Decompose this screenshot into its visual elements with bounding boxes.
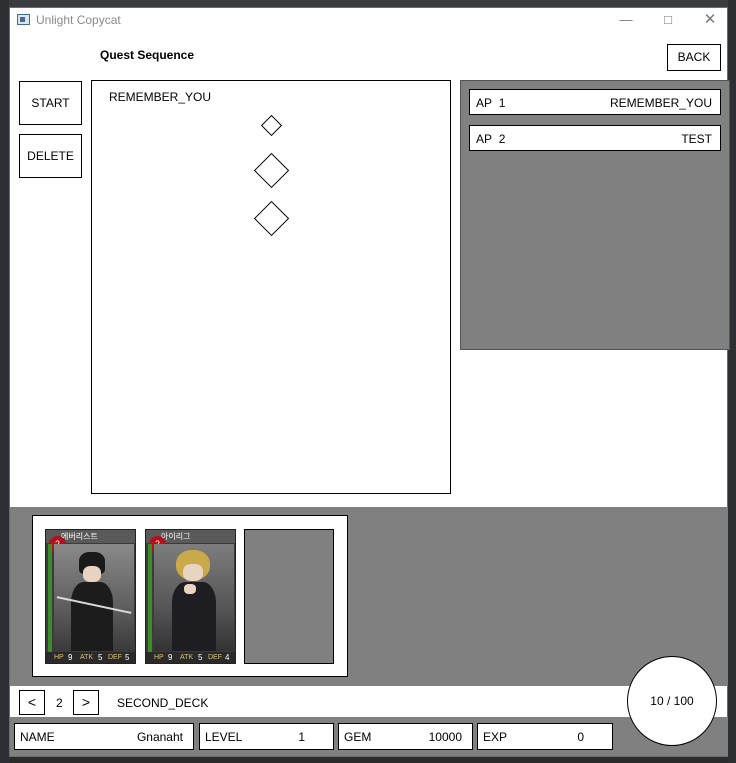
background-editor (0, 0, 736, 7)
card-name: 에버리스트 (61, 532, 98, 541)
ap-label: AP (476, 132, 493, 146)
next-deck-button[interactable]: > (73, 690, 99, 715)
empty-card-slot[interactable] (244, 529, 334, 664)
exp-label: EXP (483, 730, 508, 744)
sequence-title: REMEMBER_YOU (109, 90, 212, 104)
deck-page-number: 2 (56, 696, 63, 710)
player-name-box: NAME Gnanaht (14, 723, 194, 750)
level-box: LEVEL 1 (199, 723, 334, 750)
delete-button[interactable]: DELETE (19, 134, 82, 178)
exp-value: 0 (577, 730, 584, 744)
quest-name: TEST (681, 132, 712, 146)
level-label: LEVEL (205, 730, 243, 744)
minimize-button[interactable]: — (612, 10, 640, 30)
energy-max: 100 (673, 694, 694, 708)
close-button[interactable]: ✕ (696, 10, 724, 30)
sequence-node[interactable] (253, 200, 290, 237)
window-title: Unlight Copycat (36, 13, 121, 27)
deck-name: SECOND_DECK (117, 696, 209, 710)
gem-value: 10000 (428, 730, 462, 744)
card-name: 아이리그 (161, 532, 191, 541)
deck-frame: 에버리스트 2 HP 9 ATK 5 DEF 5 (32, 515, 348, 677)
title-bar[interactable]: Unlight Copycat — □ ✕ (10, 8, 727, 34)
gem-label: GEM (344, 730, 372, 744)
deck-card[interactable]: 아이리그 2 HP 9 ATK 5 DEF 4 (145, 529, 236, 664)
level-value: 1 (298, 730, 305, 744)
deck-area: 에버리스트 2 HP 9 ATK 5 DEF 5 (10, 507, 728, 686)
card-art (154, 544, 234, 651)
card-stats: HP 9 ATK 5 DEF 4 (146, 652, 235, 663)
name-label: NAME (20, 730, 55, 744)
start-button[interactable]: START (19, 81, 82, 125)
energy-separator: / (666, 694, 671, 708)
app-window: Unlight Copycat — □ ✕ Quest Sequence BAC… (9, 7, 730, 757)
energy-indicator: 10 / 100 (627, 656, 717, 746)
energy-current: 10 (650, 694, 664, 708)
card-art (54, 544, 134, 651)
app-icon (17, 14, 30, 25)
sequence-node[interactable] (260, 114, 283, 137)
prev-deck-button[interactable]: < (19, 690, 45, 715)
background-editor-left (0, 0, 9, 763)
maximize-button[interactable]: □ (654, 10, 682, 30)
quest-list-item[interactable]: AP 1 REMEMBER_YOU (469, 89, 721, 115)
deck-card[interactable]: 에버리스트 2 HP 9 ATK 5 DEF 5 (45, 529, 136, 664)
quest-list-item[interactable]: AP 2 TEST (469, 125, 721, 151)
name-value: Gnanaht (136, 730, 183, 744)
sequence-panel: REMEMBER_YOU (91, 80, 451, 494)
quest-list-panel: AP 1 REMEMBER_YOU AP 2 TEST (460, 80, 730, 350)
ap-value: 2 (498, 132, 506, 146)
ap-label: AP (476, 96, 493, 110)
back-button[interactable]: BACK (667, 44, 721, 71)
ap-value: 1 (498, 96, 506, 110)
status-bar: NAME Gnanaht LEVEL 1 GEM 10000 EXP 0 (10, 717, 728, 756)
quest-name: REMEMBER_YOU (609, 96, 712, 110)
page-title: Quest Sequence (100, 48, 195, 62)
card-stats: HP 9 ATK 5 DEF 5 (46, 652, 135, 663)
sequence-node[interactable] (253, 152, 290, 189)
exp-box: EXP 0 (477, 723, 613, 750)
gem-box: GEM 10000 (338, 723, 473, 750)
